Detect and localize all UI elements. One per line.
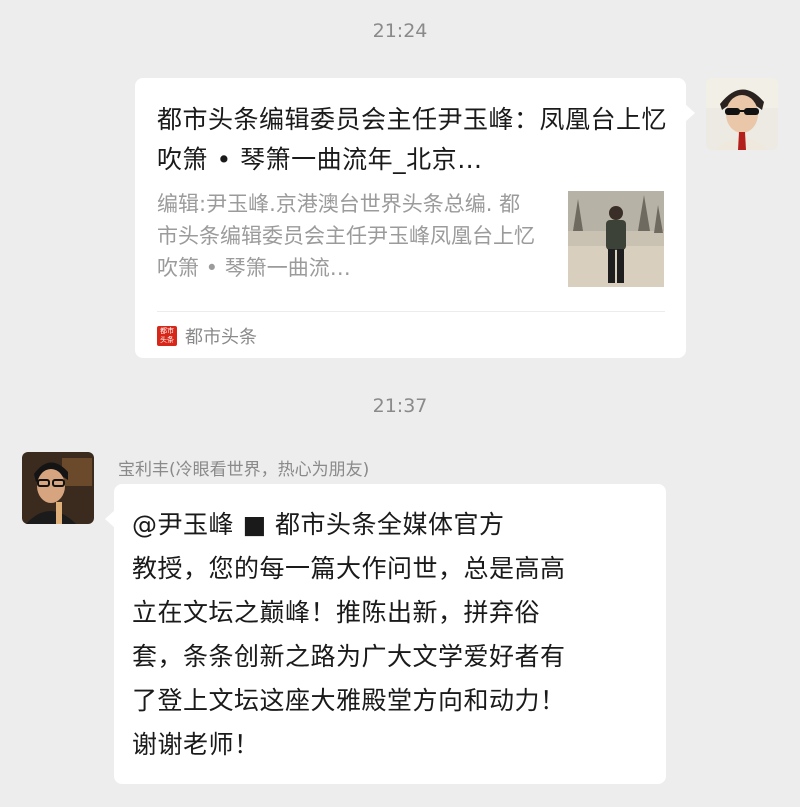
timestamp: 21:37 xyxy=(372,395,428,417)
link-card-source[interactable]: 都市头条 都市头条 xyxy=(157,321,257,351)
message-bubble[interactable]: @尹玉峰 ■ 都市头条全媒体官方 教授，您的每一篇大作问世，总是高高 立在文坛之… xyxy=(105,484,666,784)
sender-name: 宝利丰(冷眼看世界，热心为朋友) xyxy=(118,460,370,480)
sender-avatar[interactable] xyxy=(22,452,94,524)
source-logo-icon: 都市头条 xyxy=(157,326,177,346)
message-text: @尹玉峰 ■ 都市头条全媒体官方 教授，您的每一篇大作问世，总是高高 立在文坛之… xyxy=(132,510,566,759)
link-card-description: 编辑:尹玉峰.京港澳台世界头条总编. 都市头条编辑委员会主任尹玉峰凤凰台上忆吹箫… xyxy=(157,192,535,280)
link-card[interactable]: 都市头条编辑委员会主任尹玉峰：凤凰台上忆吹箫 • 琴箫一曲流年_北京… 编辑:尹… xyxy=(135,78,695,358)
link-card-thumbnail xyxy=(568,191,664,287)
link-card-divider xyxy=(157,311,665,312)
source-name: 都市头条 xyxy=(185,327,257,348)
link-card-title: 都市头条编辑委员会主任尹玉峰：凤凰台上忆吹箫 • 琴箫一曲流年_北京… xyxy=(157,105,667,174)
timestamp: 21:24 xyxy=(372,20,428,42)
own-avatar[interactable] xyxy=(706,78,778,150)
